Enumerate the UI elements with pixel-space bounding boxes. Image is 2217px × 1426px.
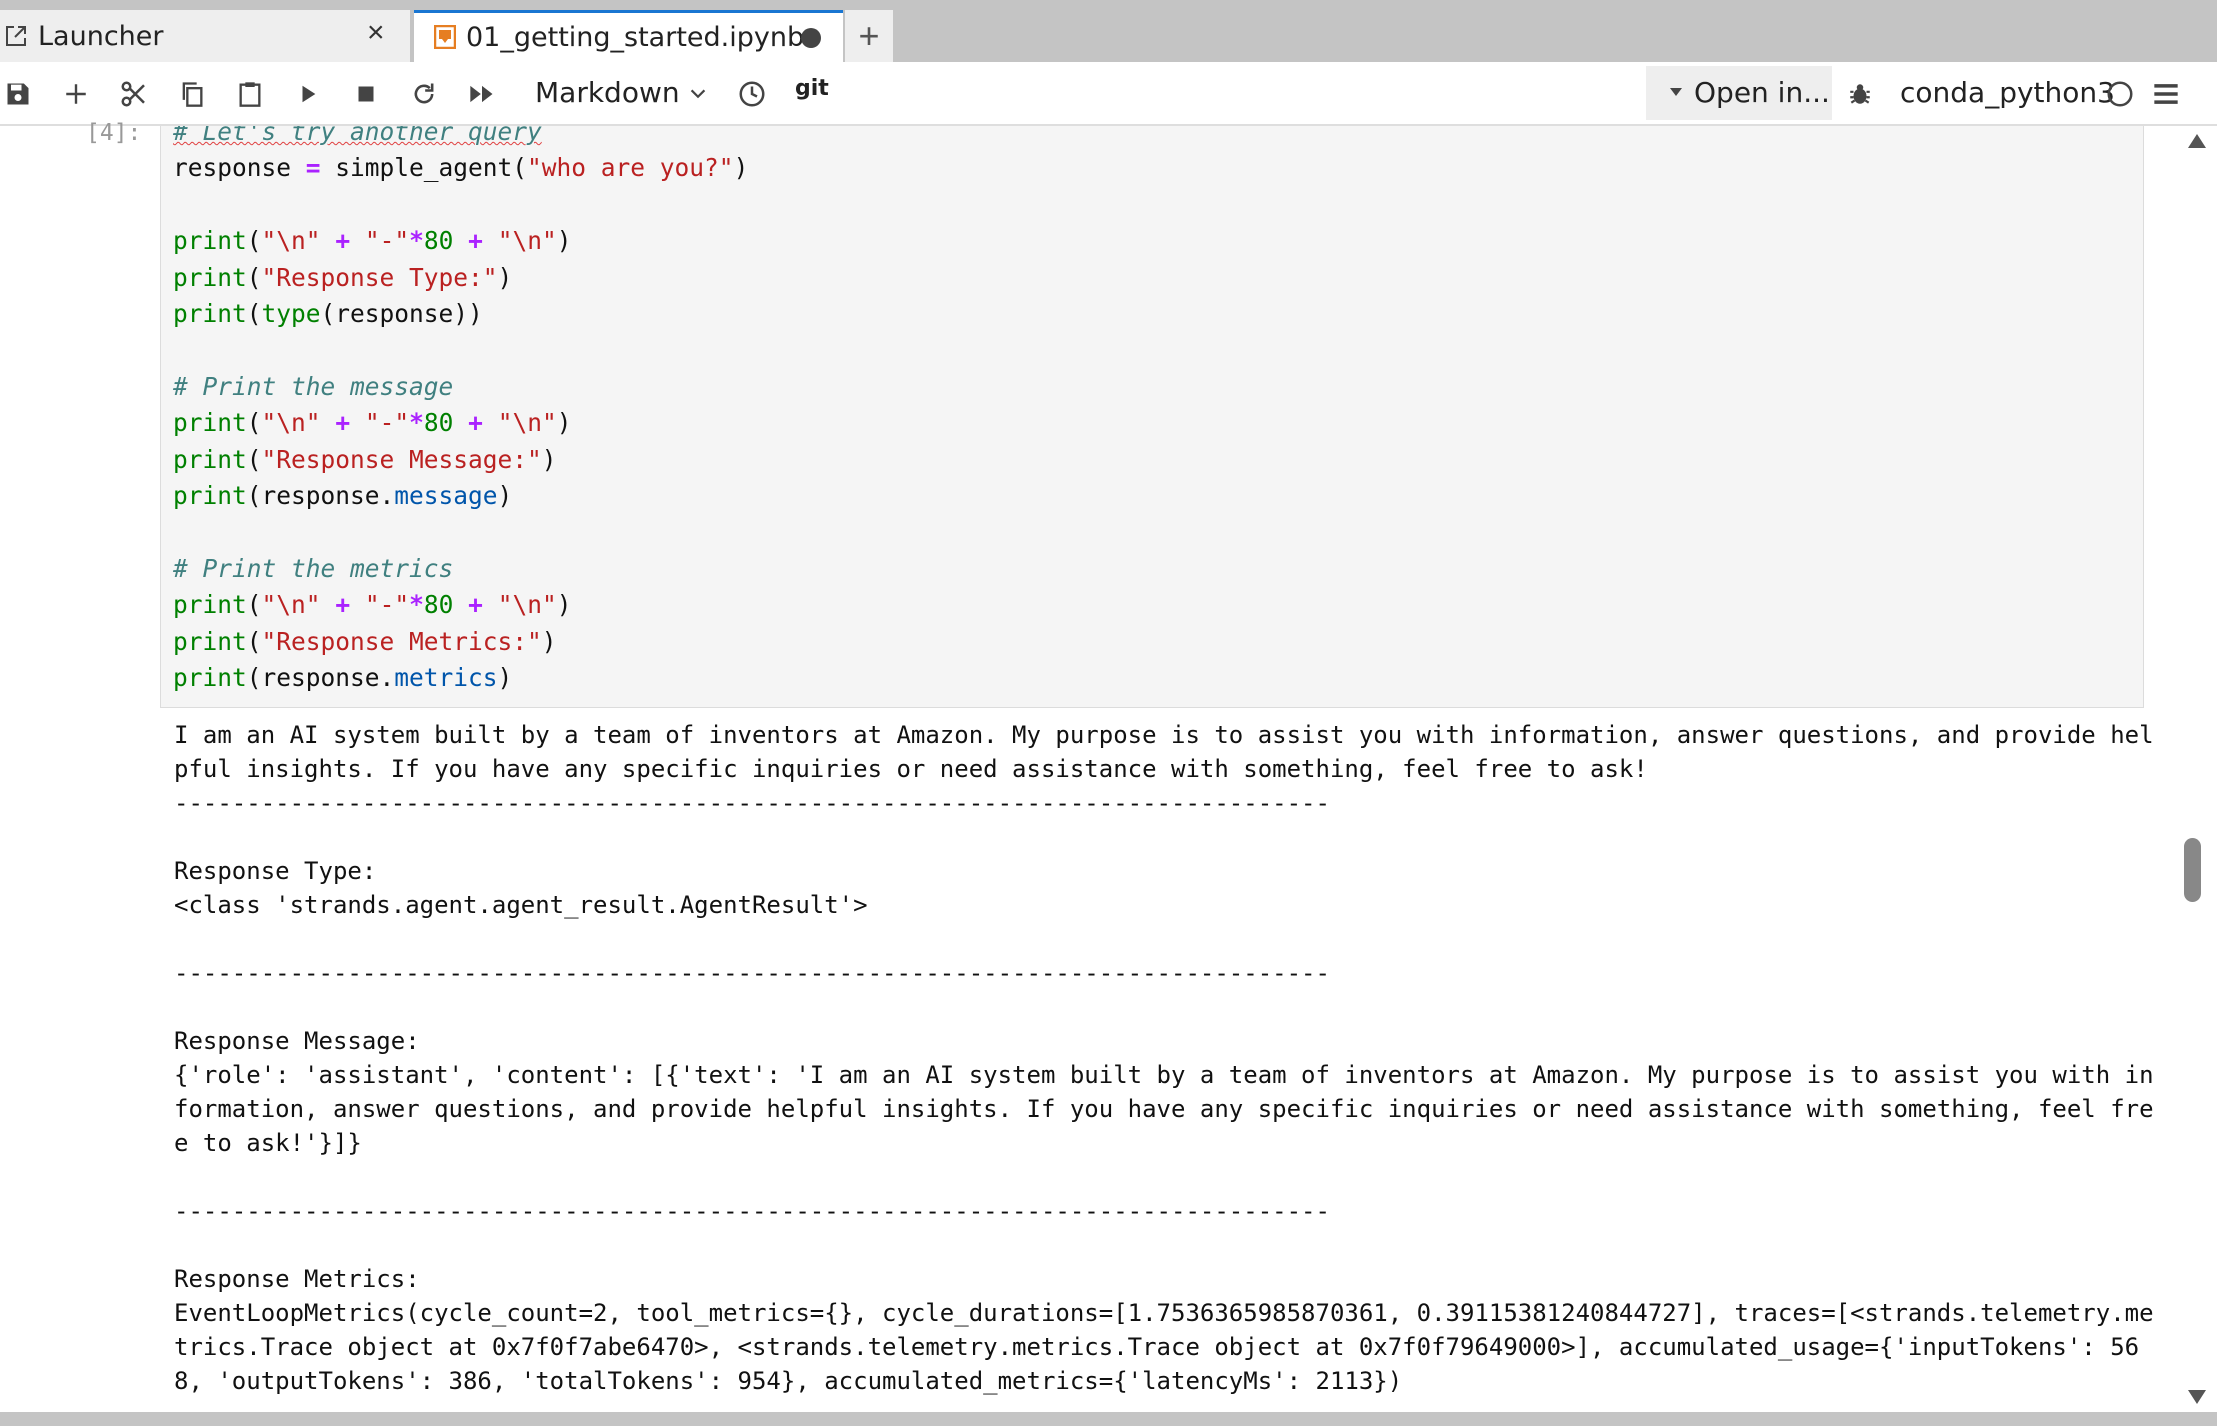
copy-icon[interactable] <box>174 76 210 112</box>
scrollbar-thumb[interactable] <box>2184 838 2201 902</box>
code-line-1: # Let's try another query <box>173 126 542 146</box>
vertical-scrollbar[interactable] <box>2176 126 2217 1416</box>
git-button[interactable]: git <box>795 76 829 101</box>
code-line-16: print(response.metrics) <box>173 663 513 693</box>
code-line-2: response = simple_agent("who are you?") <box>173 153 749 183</box>
code-editor[interactable]: # Let's try another query response = sim… <box>173 126 748 697</box>
code-line-14: print("\n" + "-"*80 + "\n") <box>173 590 572 620</box>
code-line-4: print("\n" + "-"*80 + "\n") <box>173 226 572 256</box>
code-line-15: print("Response Metrics:") <box>173 626 557 656</box>
notebook-icon <box>434 25 456 49</box>
kernel-status-icon <box>2102 76 2138 112</box>
code-line-6: print(type(response)) <box>173 299 483 329</box>
code-line-9: print("\n" + "-"*80 + "\n") <box>173 408 572 438</box>
menu-icon[interactable] <box>2148 76 2184 112</box>
kernel-name[interactable]: conda_python3 <box>1900 76 2115 109</box>
code-cell-editor[interactable]: # Let's try another query response = sim… <box>160 126 2144 708</box>
cell-type-select[interactable]: Markdown <box>535 76 680 109</box>
caret-down-icon <box>1670 88 1682 96</box>
new-tab-button[interactable]: + <box>845 10 893 62</box>
run-all-icon[interactable] <box>464 76 500 112</box>
unsaved-dot-icon[interactable] <box>801 28 821 48</box>
clock-icon[interactable] <box>734 76 770 112</box>
stop-icon[interactable] <box>348 76 384 112</box>
cell-output: I am an AI system built by a team of inv… <box>174 721 2154 1395</box>
open-in-label: Open in... <box>1694 76 1830 109</box>
cell-type-value: Markdown <box>535 76 680 109</box>
status-bar-edge <box>0 1412 2217 1426</box>
scroll-up-icon[interactable] <box>2188 134 2206 148</box>
close-icon[interactable]: × <box>367 16 385 50</box>
run-icon[interactable] <box>290 76 326 112</box>
cell-prompt: [4]: <box>86 120 142 146</box>
tab-launcher[interactable]: Launcher × <box>0 10 410 62</box>
tab-label: Launcher <box>38 20 164 52</box>
save-icon[interactable] <box>0 76 36 112</box>
chevron-down-icon[interactable] <box>680 76 716 112</box>
bug-icon[interactable] <box>1842 76 1878 112</box>
tab-label: 01_getting_started.ipynb <box>466 22 805 53</box>
tab-bar: Launcher × 01_getting_started.ipynb + <box>0 0 2217 62</box>
add-cell-icon[interactable] <box>58 76 94 112</box>
code-line-5: print("Response Type:") <box>173 262 513 292</box>
paste-icon[interactable] <box>232 76 268 112</box>
code-line-8: # Print the message <box>173 371 454 401</box>
restart-icon[interactable] <box>406 76 442 112</box>
notebook-toolbar: Markdown git Open in... conda_python3 <box>0 62 2217 126</box>
open-in-button[interactable]: Open in... <box>1646 66 1832 120</box>
external-launch-icon <box>4 24 28 48</box>
tab-notebook[interactable]: 01_getting_started.ipynb <box>414 10 843 62</box>
scroll-down-icon[interactable] <box>2188 1390 2206 1404</box>
git-label: git <box>795 76 829 101</box>
code-line-10: print("Response Message:") <box>173 444 557 474</box>
code-line-13: # Print the metrics <box>173 553 454 583</box>
code-line-11: print(response.message) <box>173 481 513 511</box>
cut-icon[interactable] <box>116 76 152 112</box>
